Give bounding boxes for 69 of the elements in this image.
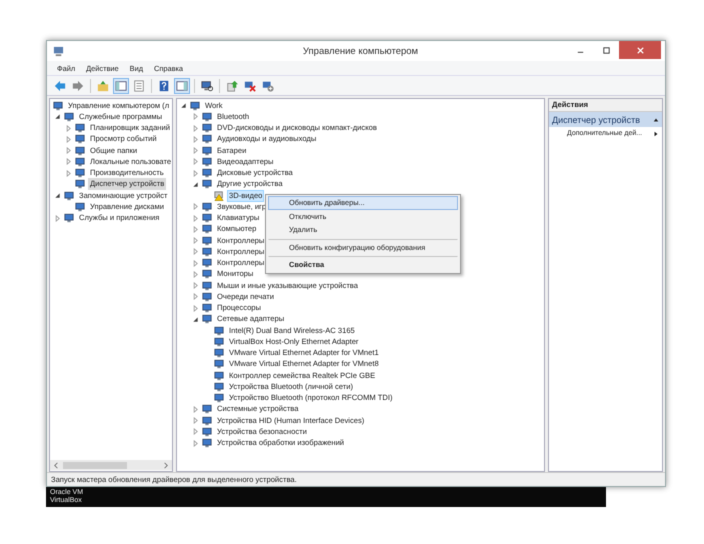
monitor-icon bbox=[64, 213, 74, 224]
monitor-icon bbox=[202, 246, 212, 257]
monitor-icon bbox=[202, 213, 212, 224]
monitor-icon bbox=[202, 202, 212, 212]
monitor-icon bbox=[202, 292, 212, 302]
monitor-icon bbox=[75, 156, 85, 167]
monitor-icon bbox=[202, 146, 212, 156]
monitor-icon bbox=[202, 314, 212, 324]
computer-management-icon bbox=[53, 46, 64, 56]
forward-arrow-icon bbox=[72, 80, 84, 92]
monitor-icon bbox=[53, 100, 63, 111]
monitor-icon bbox=[64, 190, 74, 201]
expand-arrow[interactable] bbox=[54, 113, 61, 120]
monitor-icon bbox=[202, 426, 212, 437]
monitor-icon bbox=[202, 438, 212, 448]
back-arrow-icon bbox=[54, 80, 66, 92]
monitor-icon bbox=[214, 370, 224, 381]
monitor-icon bbox=[75, 146, 85, 156]
toolbar-button[interactable] bbox=[174, 78, 190, 94]
submenu-arrow-icon bbox=[653, 130, 659, 136]
monitor-icon bbox=[202, 269, 212, 280]
expand-arrow[interactable] bbox=[180, 102, 187, 110]
monitor-icon bbox=[202, 236, 212, 246]
help-icon bbox=[158, 80, 170, 92]
folder-up-icon bbox=[97, 80, 109, 92]
monitor-icon bbox=[214, 382, 224, 392]
properties-icon bbox=[133, 80, 145, 92]
scroll-left-icon[interactable] bbox=[53, 462, 60, 468]
section-title: Диспетчер устройств bbox=[552, 114, 640, 124]
monitor-icon bbox=[75, 179, 85, 190]
caret-icon bbox=[653, 116, 659, 122]
monitor-icon bbox=[202, 258, 212, 268]
expand-arrow[interactable] bbox=[54, 192, 61, 200]
panel-view-icon bbox=[176, 80, 188, 92]
monitor-icon bbox=[64, 112, 74, 122]
monitor-icon bbox=[202, 168, 212, 178]
monitor-icon bbox=[202, 404, 212, 414]
monitor-icon bbox=[214, 326, 224, 336]
monitor-icon bbox=[202, 416, 212, 426]
monitor-icon bbox=[202, 303, 212, 314]
monitor-icon bbox=[214, 336, 224, 347]
window-title: Управление компьютером bbox=[302, 46, 420, 56]
monitor-icon bbox=[75, 134, 85, 144]
monitor-icon bbox=[214, 359, 224, 370]
scrollbar-thumb[interactable] bbox=[63, 462, 127, 468]
monitor-icon bbox=[190, 100, 200, 111]
monitor-icon bbox=[214, 348, 224, 358]
monitor-icon bbox=[75, 168, 85, 178]
expand-arrow[interactable] bbox=[192, 180, 199, 188]
scroll-right-icon[interactable] bbox=[162, 462, 169, 468]
monitor-icon bbox=[202, 224, 212, 234]
remove-cross-icon bbox=[244, 80, 256, 92]
monitor-icon bbox=[75, 202, 85, 212]
close-icon bbox=[636, 46, 644, 54]
actions-section[interactable]: Диспетчер устройств bbox=[549, 112, 662, 127]
toolbar-button[interactable] bbox=[113, 78, 129, 94]
monitor-icon bbox=[202, 123, 212, 134]
monitor-icon bbox=[202, 179, 212, 190]
expand-arrow[interactable] bbox=[192, 316, 199, 323]
horizontal-scrollbar[interactable] bbox=[50, 460, 172, 470]
monitor-icon bbox=[202, 156, 212, 167]
maximize-icon bbox=[602, 46, 610, 54]
monitor-icon bbox=[75, 123, 85, 134]
monitor-icon bbox=[202, 134, 212, 144]
monitor-icon bbox=[202, 112, 212, 122]
monitor-icon bbox=[214, 393, 224, 404]
monitor-icon bbox=[202, 280, 212, 291]
monitor-scan-icon bbox=[201, 80, 213, 92]
console-tree-icon bbox=[115, 80, 127, 92]
